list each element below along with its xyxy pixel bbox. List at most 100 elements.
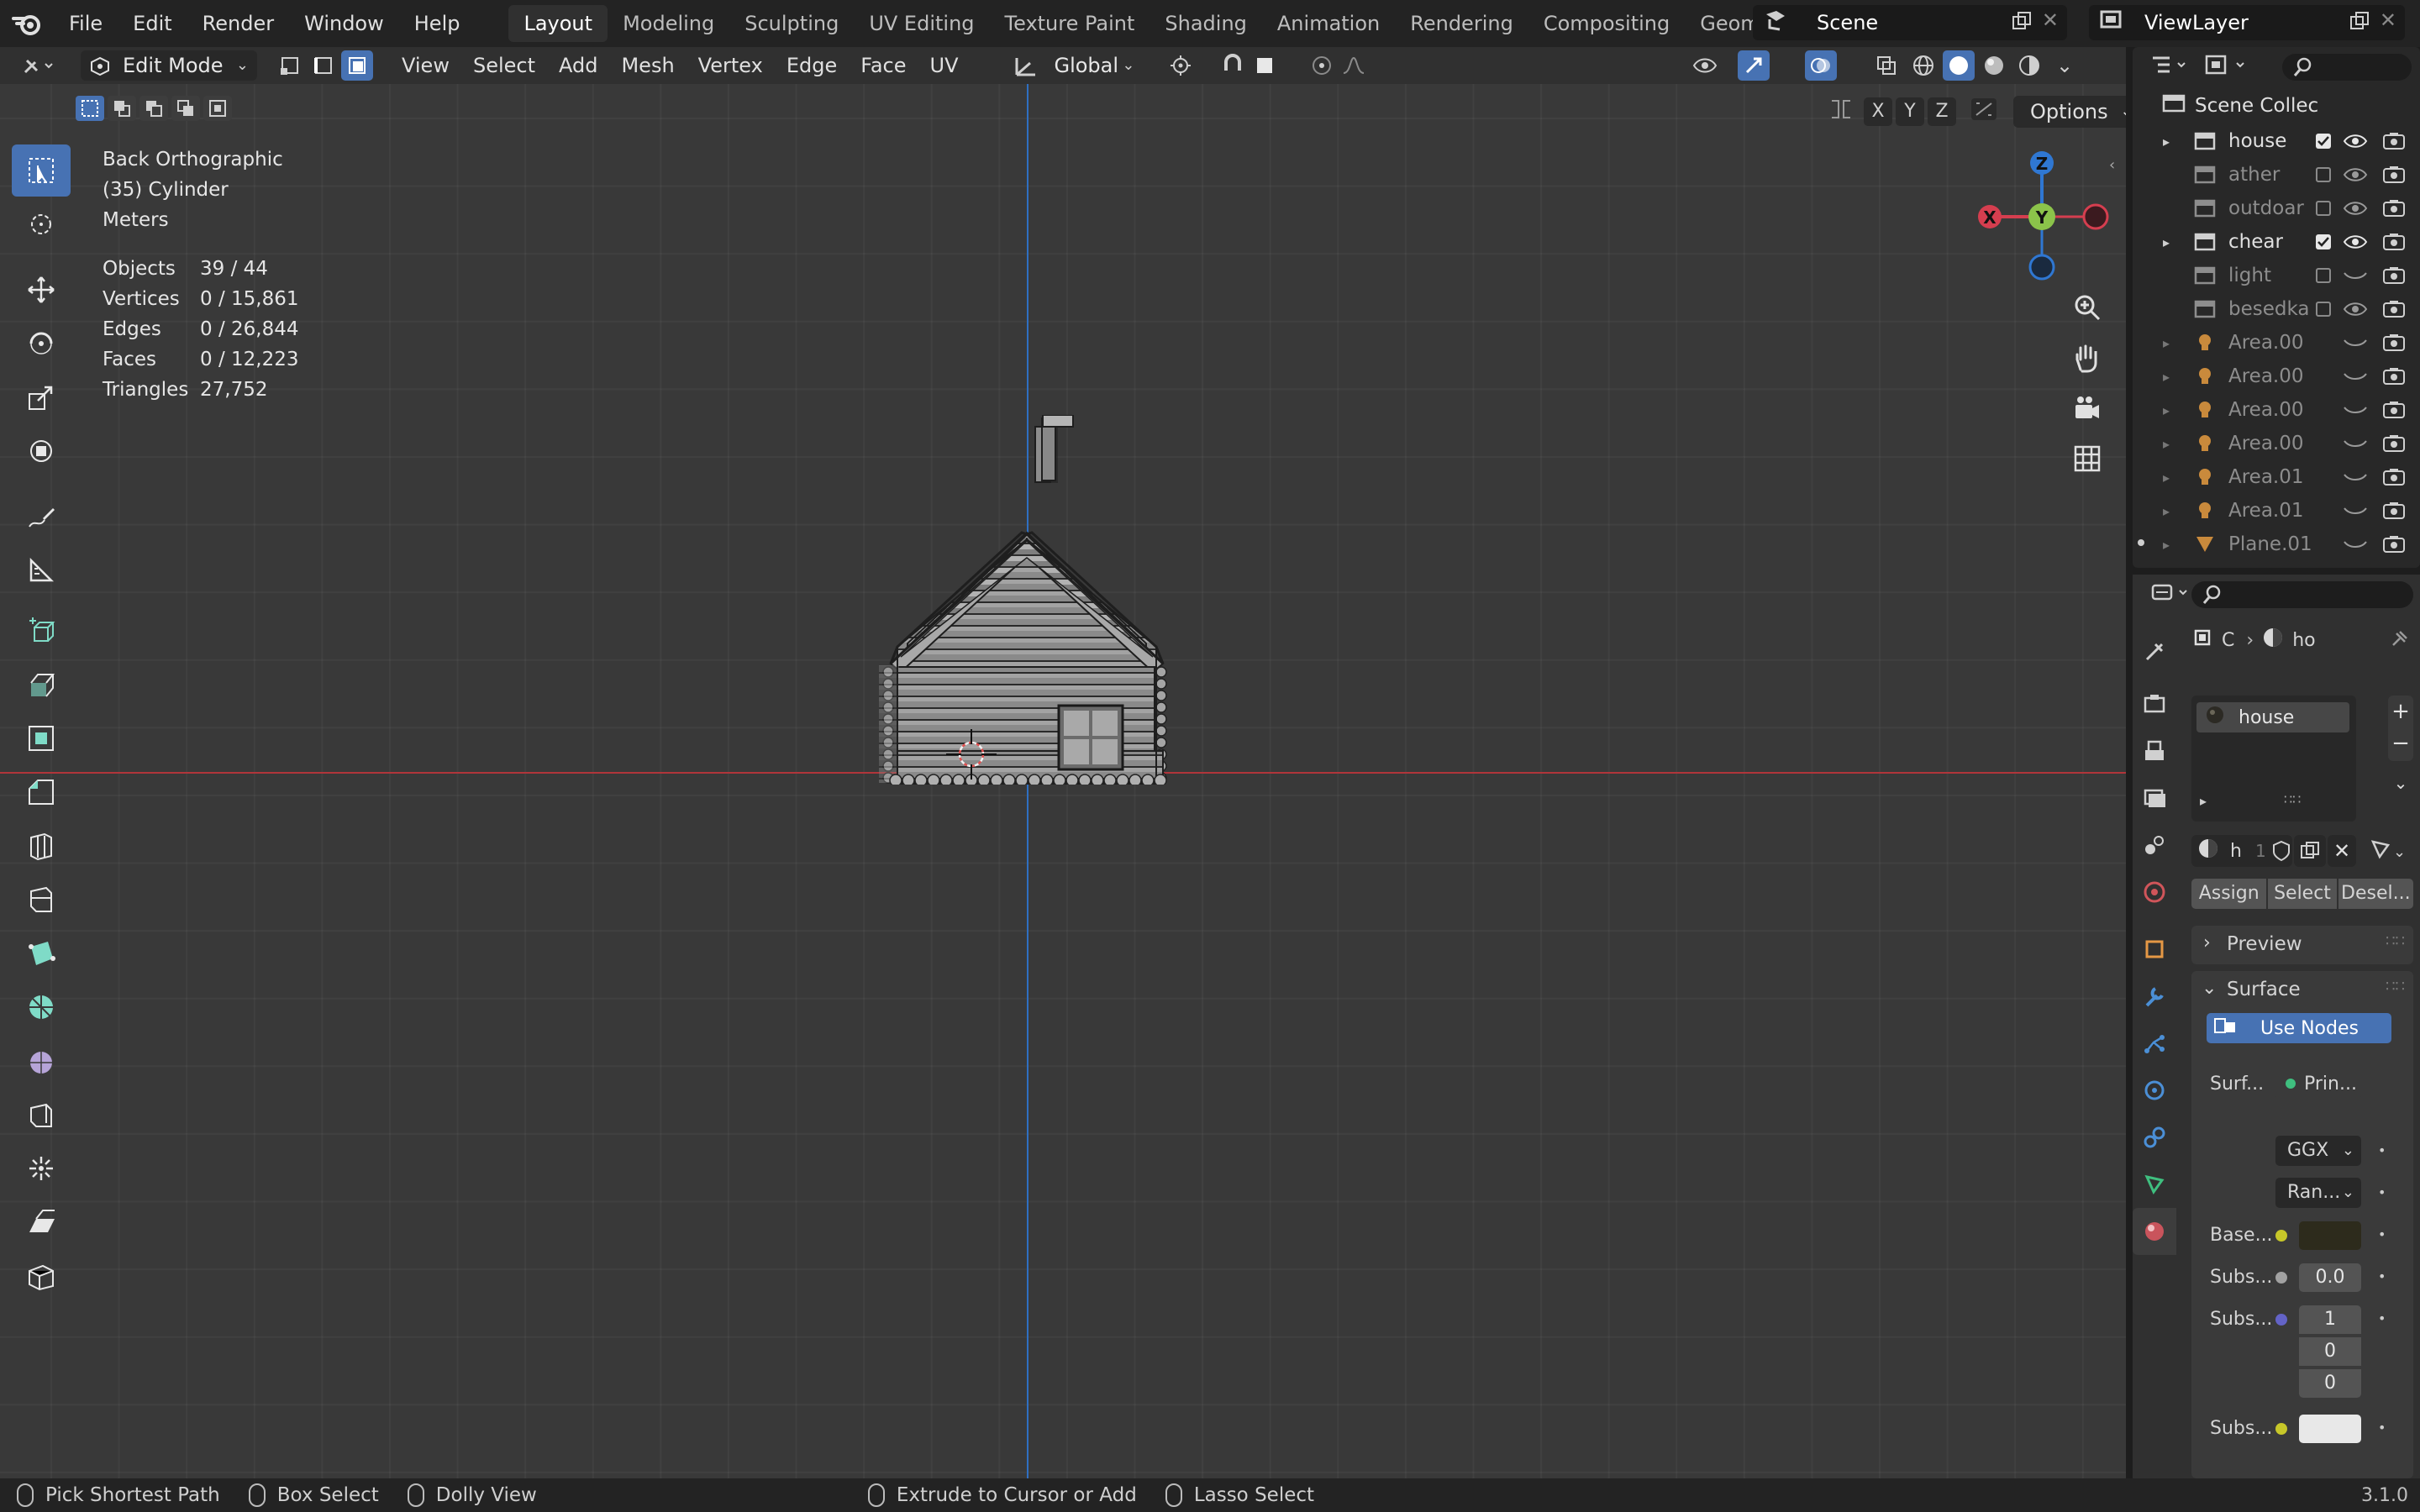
wireframe-shading-icon[interactable] [1907,50,1939,81]
object-properties-icon[interactable] [2133,926,2176,973]
expand-arrow-icon[interactable]: ▸ [2163,470,2170,486]
gizmo-toggle-icon[interactable] [1738,50,1770,81]
properties-search-input[interactable] [2191,581,2413,608]
use-nodes-button[interactable]: Use Nodes [2207,1013,2391,1043]
exclude-checkbox[interactable] [2316,167,2331,182]
scene-properties-icon[interactable] [2133,822,2176,869]
material-properties-icon[interactable] [2133,1208,2176,1255]
visibility-eye-icon[interactable] [2343,165,2368,189]
keyframe-dot-icon[interactable]: • [2378,1268,2386,1284]
tab-texture-paint[interactable]: Texture Paint [990,5,1150,42]
select-invert-icon[interactable] [171,96,200,121]
data-properties-icon[interactable] [2133,1161,2176,1208]
menu-add[interactable]: Add [547,50,609,81]
slot-specials-chevron-icon[interactable]: ⌄ [2388,773,2413,798]
editor-type-icon[interactable] [13,50,64,81]
menu-render[interactable]: Render [187,0,289,47]
output-properties-icon[interactable] [2133,727,2176,774]
outliner-editor-icon[interactable] [2149,53,2191,81]
subsurface-radius-y[interactable]: 0 [2299,1337,2361,1366]
expand-arrow-icon[interactable]: ▸ [2163,234,2170,250]
add-slot-icon[interactable]: + [2388,696,2413,727]
expand-arrow-icon[interactable]: ▸ [2163,537,2170,553]
outliner-row[interactable]: ▸ Area.01 [2133,460,2420,494]
material-slot-item[interactable]: house [2196,702,2349,732]
snap-target-icon[interactable] [1249,50,1281,81]
menu-file[interactable]: File [54,0,118,47]
house-mesh[interactable] [820,415,1240,785]
deselect-button[interactable]: Desel... [2338,879,2413,909]
vector-socket-icon[interactable] [2275,1314,2287,1326]
subsurface-radius-x[interactable]: 1 [2299,1305,2361,1334]
navigation-gizmo[interactable]: Z X Y [1966,146,2126,289]
hidden-eye-icon[interactable] [2343,434,2368,458]
close-scene-icon[interactable]: ✕ [2042,8,2059,32]
render-camera-icon[interactable] [2381,433,2407,459]
world-properties-icon[interactable] [2133,869,2176,916]
render-camera-icon[interactable] [2381,198,2407,223]
menu-help[interactable]: Help [399,0,476,47]
menu-edge[interactable]: Edge [775,50,849,81]
preview-panel-header[interactable]: › Preview ∷∷ [2191,926,2413,964]
select-extend-icon[interactable] [108,96,136,121]
copy-scene-icon[interactable] [2010,10,2033,39]
visibility-icon[interactable] [1689,50,1721,81]
zoom-icon[interactable] [2064,284,2111,331]
distribution-dropdown[interactable]: GGX ⌄ [2275,1136,2361,1166]
subsurface-value-field[interactable]: 0.0 [2299,1263,2361,1292]
mirror-x-button[interactable]: X [1864,97,1892,126]
vertex-select-icon[interactable] [274,50,306,81]
xray-icon[interactable] [1870,50,1902,81]
keyframe-dot-icon[interactable]: • [2378,1142,2386,1158]
loop-cut-tool-icon[interactable] [12,820,71,872]
menu-uv[interactable]: UV [918,50,971,81]
outliner-row[interactable]: ▸ Area.00 [2133,427,2420,460]
base-color-swatch[interactable] [2299,1221,2361,1250]
scene-name[interactable]: Scene [1817,11,1878,34]
keyframe-dot-icon[interactable]: • [2378,1226,2386,1242]
render-camera-icon[interactable] [2381,299,2407,324]
poly-build-tool-icon[interactable] [12,927,71,979]
cursor-tool-icon[interactable] [12,198,71,250]
select-button[interactable]: Select [2268,879,2337,909]
exclude-checkbox[interactable] [2316,302,2331,317]
solid-shading-icon[interactable] [1943,50,1975,81]
color-socket-icon[interactable] [2275,1423,2287,1435]
outliner-row[interactable]: ▸ Area.01 [2133,494,2420,528]
sidebar-toggle-chevron-icon[interactable]: ‹ [2109,156,2115,174]
add-cube-tool-icon[interactable] [12,605,71,657]
tab-modeling[interactable]: Modeling [608,5,729,42]
smooth-tool-icon[interactable] [12,1035,71,1087]
outliner-row[interactable]: ▸ chear [2133,225,2420,259]
outliner-scene-collection[interactable]: Scene Collec [2133,89,2420,123]
keyframe-dot-icon[interactable]: • [2378,1420,2386,1436]
display-mode-icon[interactable] [2203,53,2250,81]
render-properties-icon[interactable] [2133,680,2176,727]
copy-view-layer-icon[interactable] [2348,10,2371,39]
expand-arrow-icon[interactable]: ▸ [2163,134,2170,150]
falloff-icon[interactable] [1338,50,1370,81]
material-datablock-field[interactable]: h 1 [2191,835,2292,867]
outliner-row[interactable]: ▸ house [2133,124,2420,158]
mode-dropdown[interactable]: Edit Mode ⌄ [81,50,257,81]
3d-viewport[interactable]: Back Orthographic (35) Cylinder Meters O… [0,84,2126,1478]
exclude-checkbox[interactable] [2316,201,2331,216]
assign-button[interactable]: Assign [2191,879,2267,909]
menu-edit[interactable]: Edit [118,0,187,47]
render-camera-icon[interactable] [2381,131,2407,156]
outliner-search-input[interactable] [2282,54,2412,81]
mirror-y-button[interactable]: Y [1896,97,1924,126]
expand-arrow-icon[interactable]: ▸ [2163,503,2170,519]
ortho-grid-icon[interactable] [2064,435,2111,482]
exclude-checkbox[interactable] [2316,268,2331,283]
menu-select[interactable]: Select [461,50,547,81]
particles-properties-icon[interactable] [2133,1020,2176,1067]
outliner-row[interactable]: besedka [2133,292,2420,326]
view-layer-selector[interactable]: ViewLayer ✕ [2089,5,2405,40]
hidden-eye-icon[interactable] [2343,266,2368,290]
tab-shading[interactable]: Shading [1150,5,1262,42]
menu-view[interactable]: View [390,50,461,81]
visibility-eye-icon[interactable] [2343,233,2368,256]
hidden-eye-icon[interactable] [2343,535,2368,559]
subsurface-color-swatch[interactable] [2299,1415,2361,1443]
